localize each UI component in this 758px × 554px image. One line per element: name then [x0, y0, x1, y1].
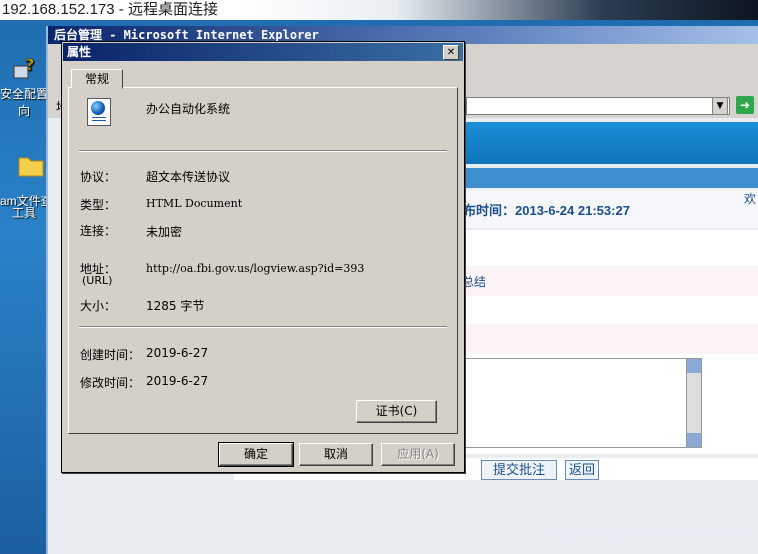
submit-comment-button[interactable]: 提交批注	[481, 460, 557, 480]
scroll-up-icon[interactable]	[687, 359, 701, 373]
row-text: 总结	[462, 275, 487, 289]
desktop-icon-tool[interactable]: am文件查 工具	[0, 138, 53, 247]
scroll-down-icon[interactable]	[687, 433, 701, 447]
watermark: https://blog.csdn.net/win176489	[553, 526, 750, 542]
folder-icon	[18, 157, 44, 177]
created-label: 创建时间：	[80, 348, 141, 362]
publish-time: 布时间：2013-6-24 21:53:27	[463, 203, 630, 218]
apply-button[interactable]: 应用(A)	[381, 443, 455, 466]
titlebar-gradient	[238, 0, 758, 20]
desktop-icon-security-label: 安全配置向	[0, 87, 49, 118]
address-value: http://oa.fbi.gov.us/logview.asp?id=393	[146, 262, 365, 275]
separator	[79, 150, 447, 152]
textarea-scrollbar[interactable]	[686, 358, 702, 448]
security-config-icon: ?	[13, 55, 35, 79]
document-name: 办公自动化系统	[146, 102, 231, 116]
back-button[interactable]: 返回	[565, 460, 599, 480]
connection-label: 连接：	[80, 224, 117, 238]
desktop-icon-tool-label: am文件查 工具	[0, 194, 53, 220]
dialog-title: 属性 ✕	[63, 43, 463, 61]
type-label: 类型：	[80, 198, 117, 212]
desktop-icon-security[interactable]: ? 安全配置向	[0, 55, 49, 119]
dialog-title-text: 属性	[67, 45, 92, 59]
protocol-value: 超文本传送协议	[146, 170, 231, 184]
modified-label: 修改时间：	[80, 376, 141, 390]
close-icon[interactable]: ✕	[443, 45, 459, 60]
remote-desktop-title: 192.168.152.173 - 远程桌面连接	[2, 1, 218, 18]
cancel-button[interactable]: 取消	[299, 443, 373, 466]
created-value: 2019-6-27	[146, 346, 209, 360]
html-document-icon	[87, 98, 111, 126]
size-value: 1285 字节	[146, 299, 205, 313]
address-dropdown-icon[interactable]: ▼	[712, 97, 728, 115]
modified-value: 2019-6-27	[146, 374, 209, 388]
go-arrow-icon[interactable]: ➜	[736, 96, 754, 114]
tab-general[interactable]: 常规	[71, 69, 123, 89]
general-panel: 办公自动化系统 协议： 超文本传送协议 类型： HTML Document 连接…	[68, 87, 458, 434]
protocol-label: 协议：	[80, 170, 117, 184]
separator	[79, 326, 447, 328]
connection-value: 未加密	[146, 225, 183, 239]
type-value: HTML Document	[146, 197, 243, 210]
size-label: 大小：	[80, 299, 117, 313]
svg-text:?: ?	[25, 56, 34, 74]
address-input[interactable]	[466, 97, 730, 115]
greeting-text: 欢	[743, 192, 756, 206]
properties-dialog: 属性 ✕ 常规 办公自动化系统 协议： 超文本传送协议 类型： HTML Doc…	[61, 41, 465, 473]
ok-button[interactable]: 确定	[218, 442, 294, 467]
comment-textarea[interactable]	[439, 358, 687, 448]
remote-desktop-titlebar: 192.168.152.173 - 远程桌面连接	[0, 0, 758, 21]
certificate-button[interactable]: 证书(C)	[356, 400, 437, 423]
url-label: (URL)	[82, 274, 113, 287]
